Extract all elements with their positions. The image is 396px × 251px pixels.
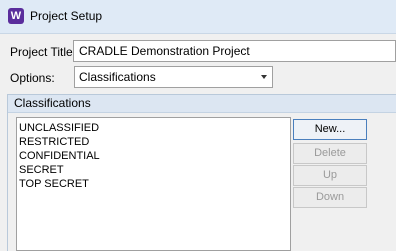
options-label: Options: [10, 71, 55, 85]
list-item[interactable]: CONFIDENTIAL [19, 149, 290, 163]
delete-button[interactable]: Delete [293, 143, 367, 164]
up-button[interactable]: Up [293, 165, 367, 186]
options-dropdown[interactable]: Classifications [74, 66, 273, 88]
classifications-list[interactable]: UNCLASSIFIED RESTRICTED CONFIDENTIAL SEC… [16, 117, 291, 251]
list-item[interactable]: TOP SECRET [19, 177, 290, 191]
list-item[interactable]: UNCLASSIFIED [19, 121, 290, 135]
list-item[interactable]: SECRET [19, 163, 290, 177]
new-button[interactable]: New... [293, 119, 367, 140]
window-title: Project Setup [30, 9, 103, 23]
down-button[interactable]: Down [293, 187, 367, 208]
app-icon: W [8, 8, 24, 24]
options-selected-value: Classifications [79, 70, 156, 84]
title-bar: W Project Setup [0, 0, 396, 34]
project-title-label: Project Title: [10, 45, 77, 59]
list-item[interactable]: RESTRICTED [19, 135, 290, 149]
group-header: Classifications [8, 95, 396, 113]
classifications-group: Classifications UNCLASSIFIED RESTRICTED … [7, 94, 396, 251]
chevron-down-icon [261, 75, 267, 79]
project-title-field[interactable]: CRADLE Demonstration Project [73, 40, 396, 62]
